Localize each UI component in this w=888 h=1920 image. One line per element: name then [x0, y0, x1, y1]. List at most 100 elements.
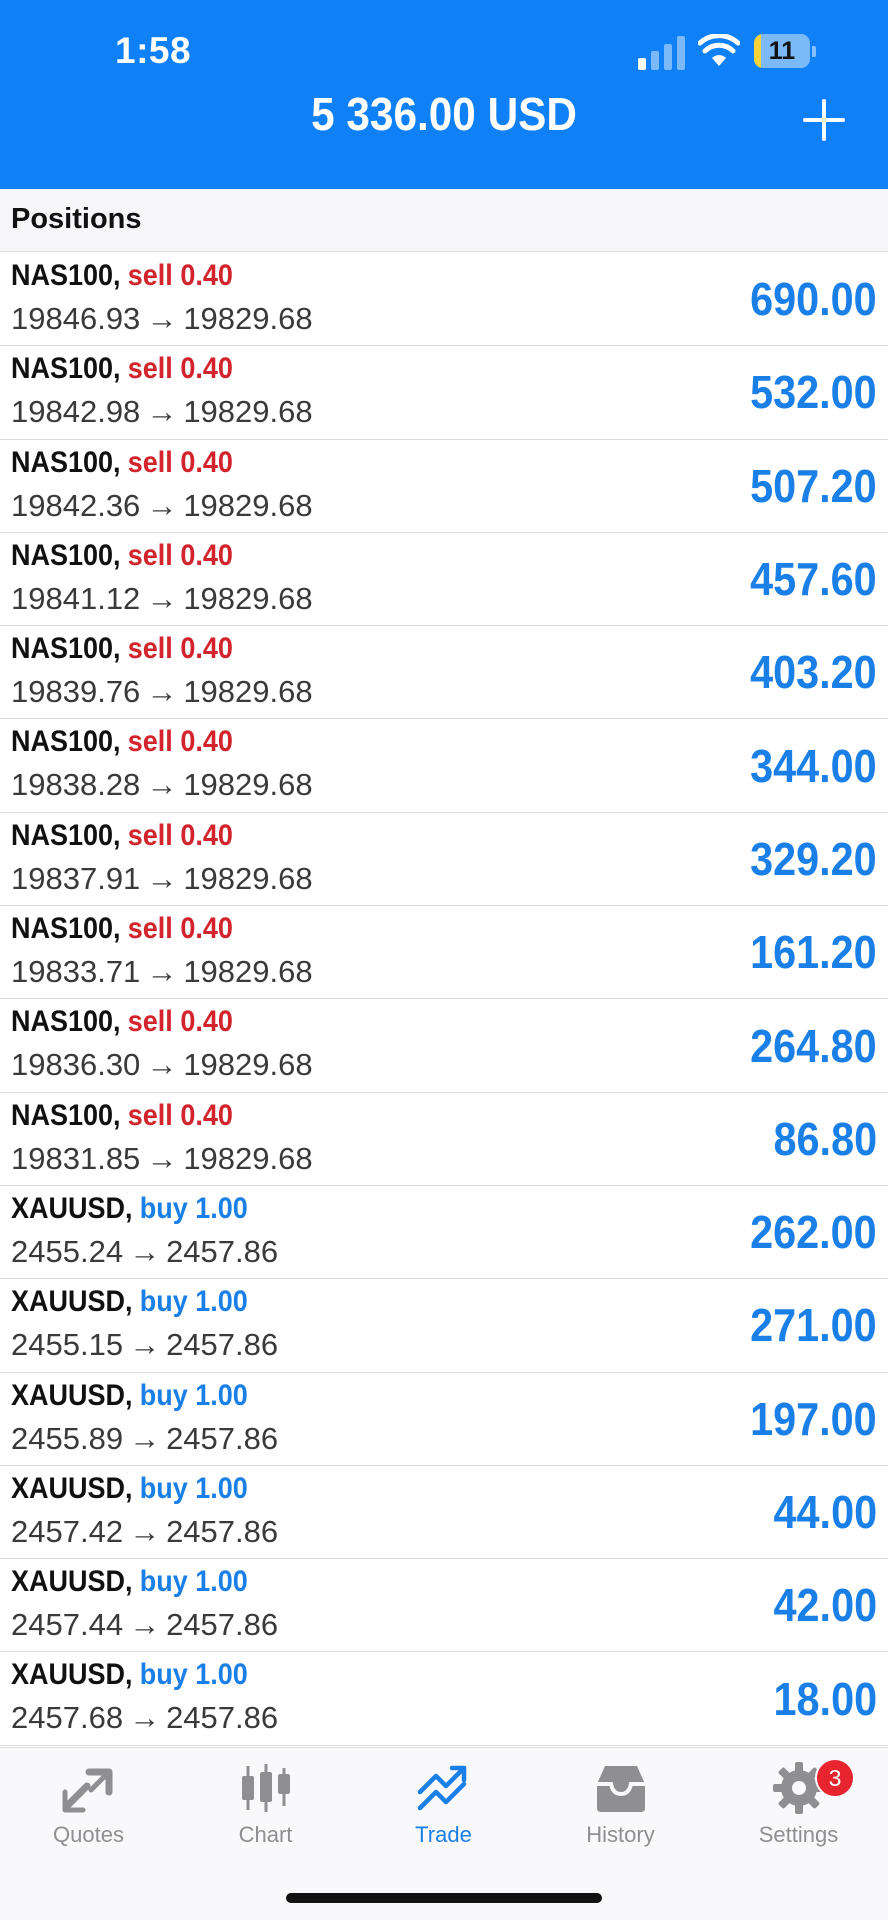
position-action-type: sell [127, 259, 173, 292]
position-symbol: NAS100, [11, 725, 121, 759]
position-action-type: sell [127, 352, 173, 386]
position-action: buy 1.00 [140, 1192, 248, 1225]
open-price: 19841.12 [11, 580, 141, 616]
arrow-icon: → [146, 487, 178, 523]
position-row[interactable]: NAS100, sell 0.40 19846.93 → 19829.68 690.00 [0, 253, 888, 347]
tab-label: Quotes [53, 1822, 124, 1847]
open-price: 19837.91 [11, 860, 141, 896]
arrow-icon: → [129, 1513, 161, 1549]
current-price: 2457.86 [166, 1607, 279, 1643]
arrow-icon: → [129, 1420, 161, 1456]
position-profit: 161.20 [750, 926, 877, 979]
tab-quotes[interactable]: Quotes [0, 1762, 177, 1862]
position-prices: 19838.28 → 19829.68 [11, 767, 313, 803]
position-row[interactable]: XAUUSD, buy 1.00 2455.24 → 2457.86 262.00 [0, 1186, 888, 1280]
open-price: 2457.68 [11, 1700, 124, 1736]
position-row[interactable]: NAS100, sell 0.40 19842.98 → 19829.68 532.00 [0, 346, 888, 440]
position-row[interactable]: XAUUSD, buy 1.00 2455.89 → 2457.86 197.00 [0, 1373, 888, 1466]
position-row[interactable]: XAUUSD, buy 1.00 2455.15 → 2457.86 271.00 [0, 1279, 888, 1373]
open-price: 19842.98 [11, 394, 141, 430]
position-volume: 1.00 [195, 1658, 248, 1692]
position-row[interactable]: NAS100, sell 0.40 19837.91 → 19829.68 329.20 [0, 813, 888, 907]
position-action-type: sell [127, 818, 173, 852]
position-prices: 19839.76 → 19829.68 [11, 674, 313, 710]
position-action-type: sell [127, 445, 173, 479]
position-row[interactable]: NAS100, sell 0.40 19839.76 → 19829.68 403.20 [0, 626, 888, 720]
position-row[interactable]: NAS100, sell 0.40 19842.36 → 19829.68 507.20 [0, 440, 888, 533]
position-profit: 329.20 [750, 832, 877, 885]
position-action-type: sell [127, 538, 173, 572]
arrow-icon: → [146, 1140, 178, 1176]
position-symbol: NAS100, [11, 632, 121, 666]
position-row[interactable]: XAUUSD, buy 1.00 2457.42 → 2457.86 44.00 [0, 1466, 888, 1560]
position-action: sell 0.40 [128, 1005, 233, 1038]
chart-icon [241, 1764, 290, 1812]
tab-trade[interactable]: Trade [355, 1762, 532, 1862]
tab-label: Settings [758, 1822, 839, 1847]
position-action: sell 0.40 [128, 819, 233, 852]
position-row[interactable]: XAUUSD, buy 1.00 2457.44 → 2457.86 42.00 [0, 1559, 888, 1653]
position-profit: 457.60 [750, 553, 877, 606]
position-volume: 0.40 [180, 725, 233, 759]
position-row[interactable]: NAS100, sell 0.40 19831.85 → 19829.68 86.80 [0, 1093, 888, 1186]
position-profit: 262.00 [750, 1206, 877, 1259]
tab-history[interactable]: History [532, 1762, 709, 1862]
tab-settings[interactable]: Settings [710, 1762, 887, 1862]
position-volume: 0.40 [180, 352, 233, 386]
position-prices: 19846.93 → 19829.68 [11, 301, 313, 337]
position-symbol: NAS100, [11, 1098, 121, 1132]
arrow-icon: → [146, 1047, 178, 1083]
position-action-type: buy [139, 1471, 188, 1505]
position-title: NAS100, sell 0.40 [11, 819, 233, 853]
tab-label: History [586, 1822, 655, 1847]
position-action-type: buy [139, 1285, 188, 1319]
position-action: buy 1.00 [140, 1658, 248, 1691]
current-price: 19829.68 [183, 674, 313, 710]
settings-badge: 3 [815, 1758, 855, 1798]
position-profit: 86.80 [773, 1112, 877, 1165]
current-price: 2457.86 [166, 1327, 279, 1363]
open-price: 2455.15 [11, 1327, 124, 1363]
position-profit: 44.00 [773, 1486, 877, 1538]
position-title: XAUUSD, buy 1.00 [11, 1565, 248, 1599]
status-time: 1:58 [115, 30, 192, 71]
current-price: 2457.86 [166, 1233, 279, 1269]
position-action: sell 0.40 [128, 352, 233, 385]
position-prices: 2455.15 → 2457.86 [11, 1327, 278, 1363]
tab-chart[interactable]: Chart [177, 1762, 354, 1862]
position-prices: 19833.71 → 19829.68 [11, 954, 313, 990]
trade-icon [417, 1765, 466, 1811]
position-symbol: NAS100, [11, 912, 121, 946]
position-symbol: NAS100, [11, 538, 121, 572]
arrow-icon: → [129, 1233, 161, 1269]
arrow-icon: → [129, 1327, 161, 1363]
home-indicator [286, 1893, 602, 1903]
position-symbol: NAS100, [11, 818, 121, 852]
arrow-icon: → [146, 580, 178, 616]
position-row[interactable]: NAS100, sell 0.40 19836.30 → 19829.68 264.80 [0, 999, 888, 1093]
current-price: 19829.68 [183, 580, 313, 616]
position-action-type: sell [127, 1098, 173, 1132]
account-balance: 5 336.00 USD [311, 88, 577, 140]
current-price: 19829.68 [183, 1140, 313, 1176]
position-action: sell 0.40 [128, 632, 233, 665]
current-price: 2457.86 [166, 1700, 279, 1736]
position-symbol: XAUUSD, [11, 1658, 133, 1692]
position-row[interactable]: NAS100, sell 0.40 19833.71 → 19829.68 161.20 [0, 906, 888, 1000]
position-row[interactable]: NAS100, sell 0.40 19838.28 → 19829.68 344.00 [0, 719, 888, 813]
plus-icon[interactable] [802, 98, 846, 142]
position-volume: 0.40 [180, 1098, 233, 1132]
battery-icon: 11 [754, 34, 816, 68]
position-row[interactable]: XAUUSD, buy 1.00 2457.68 → 2457.86 18.00 [0, 1652, 888, 1746]
position-row[interactable]: NAS100, sell 0.40 19841.12 → 19829.68 457.60 [0, 533, 888, 627]
position-profit: 532.00 [750, 366, 877, 419]
position-title: NAS100, sell 0.40 [11, 352, 233, 386]
position-volume: 0.40 [180, 1005, 233, 1039]
position-prices: 2457.68 → 2457.86 [11, 1700, 278, 1736]
position-action-type: buy [139, 1378, 188, 1412]
position-action: sell 0.40 [128, 259, 233, 292]
position-symbol: XAUUSD, [11, 1191, 133, 1225]
position-volume: 0.40 [180, 259, 233, 292]
position-profit: 18.00 [773, 1672, 877, 1725]
position-action: sell 0.40 [128, 539, 233, 572]
